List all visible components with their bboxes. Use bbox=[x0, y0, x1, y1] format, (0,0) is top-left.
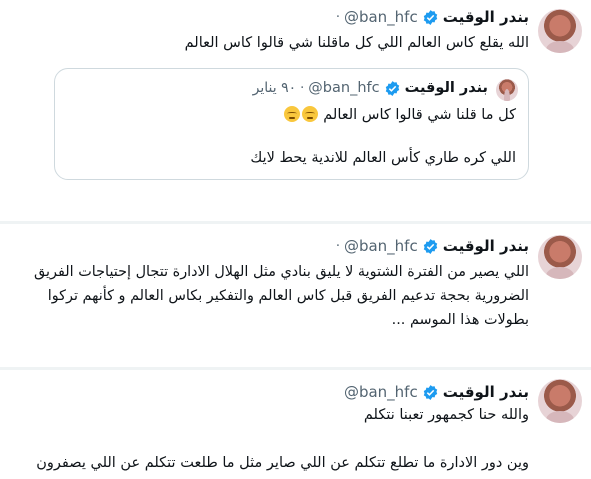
tweet-text-line: بطولات هذا الموسم ... bbox=[391, 312, 529, 328]
tweet-text-line: وين دور الادارة ما تطلع تتكلم عن اللي صا… bbox=[36, 455, 529, 471]
user-avatar[interactable] bbox=[538, 9, 582, 53]
display-name[interactable]: بندر الوقيت bbox=[443, 383, 529, 401]
relieved-face-emoji bbox=[301, 106, 318, 122]
user-avatar[interactable] bbox=[538, 235, 582, 279]
quoted-tweet-line-1: كل ما قلنا شي قالوا كاس العالم bbox=[65, 104, 516, 126]
tweet-1[interactable]: بندر الوقيت @ban_hfc · الله يقلع كاس الع… bbox=[0, 0, 591, 221]
quoted-display-name: بندر الوقيت bbox=[404, 80, 488, 96]
quoted-tweet-line-2: اللي كره طاري كأس العالم للاندية يحط لاي… bbox=[250, 150, 516, 166]
tweet-2[interactable]: بندر الوقيت @ban_hfc · اللي يصير من الفت… bbox=[0, 224, 591, 367]
display-name[interactable]: بندر الوقيت bbox=[443, 237, 529, 255]
user-handle[interactable]: @ban_hfc bbox=[344, 383, 418, 401]
separator-dot: · bbox=[335, 238, 340, 254]
verified-badge-icon bbox=[423, 384, 437, 400]
verified-badge-icon bbox=[423, 238, 437, 254]
tweet-3[interactable]: بندر الوقيت @ban_hfc والله حنا كجمهور تع… bbox=[0, 370, 591, 479]
quoted-tweet[interactable]: بندر الوقيت @ban_hfc · ٩٠ يناير كل ما قل… bbox=[54, 68, 529, 180]
tweet-text-line: والله حنا كجمهور تعبنا نتكلم bbox=[363, 407, 529, 423]
user-avatar[interactable] bbox=[538, 379, 582, 423]
quoted-tweet-header: بندر الوقيت @ban_hfc · ٩٠ يناير bbox=[253, 77, 488, 99]
tweet-header: بندر الوقيت @ban_hfc · bbox=[336, 235, 529, 257]
tweet-text-line bbox=[36, 427, 529, 451]
relieved-face-emoji bbox=[283, 106, 300, 122]
tweet-text-line: الله يقلع كاس العالم اللي كل ماقلنا شي ق… bbox=[184, 35, 529, 51]
tweet-header: بندر الوقيت @ban_hfc bbox=[344, 381, 529, 403]
separator-dot: · bbox=[335, 9, 340, 25]
quoted-text-line: كل ما قلنا شي قالوا كاس العالم bbox=[323, 107, 516, 123]
user-handle[interactable]: @ban_hfc bbox=[344, 8, 418, 26]
verified-badge-icon bbox=[385, 80, 399, 96]
tweet-text-line: الضرورية بحجة تدعيم الفريق قبل كاس العال… bbox=[47, 288, 529, 304]
quoted-user-avatar bbox=[496, 79, 518, 101]
quoted-user-handle: @ban_hfc bbox=[308, 80, 380, 96]
tweet-text: الله يقلع كاس العالم اللي كل ماقلنا شي ق… bbox=[185, 32, 529, 55]
display-name[interactable]: بندر الوقيت bbox=[443, 8, 529, 26]
tweet-header: بندر الوقيت @ban_hfc · bbox=[336, 6, 529, 28]
tweet-text: والله حنا كجمهور تعبنا نتكلم وين دور الا… bbox=[36, 403, 529, 475]
tweet-text: اللي يصير من الفترة الشتوية لا يليق بناد… bbox=[12, 260, 529, 332]
tweet-text-line: اللي يصير من الفترة الشتوية لا يليق بناد… bbox=[34, 264, 529, 280]
verified-badge-icon bbox=[423, 9, 437, 25]
quoted-tweet-date[interactable]: ٩٠ يناير bbox=[253, 80, 297, 96]
user-handle[interactable]: @ban_hfc bbox=[344, 237, 418, 255]
separator-dot: · bbox=[300, 80, 305, 96]
